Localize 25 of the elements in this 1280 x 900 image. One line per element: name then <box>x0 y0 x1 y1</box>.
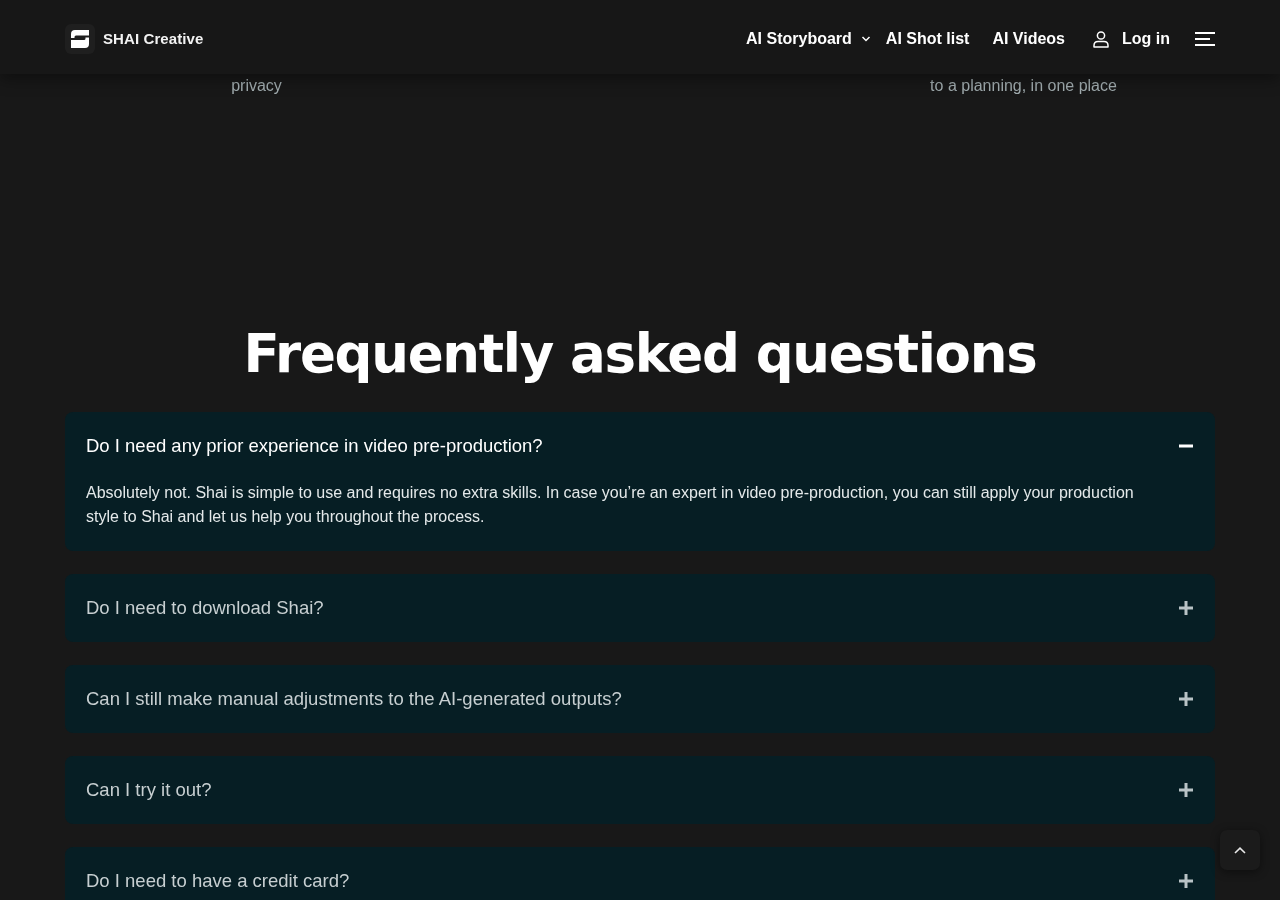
plus-icon <box>1179 692 1193 706</box>
brand-link[interactable]: SHAI Creative <box>65 24 204 54</box>
faq-question[interactable]: Do I need any prior experience in video pre-production? <box>65 412 1215 480</box>
brand-name: SHAI Creative <box>103 28 204 49</box>
caret-up-icon <box>1234 846 1246 854</box>
menu-button[interactable] <box>1195 31 1215 47</box>
plus-icon <box>1179 874 1193 888</box>
nav-dropdown[interactable]: AI Storyboard <box>746 29 871 49</box>
faq-question[interactable]: Can I try it out? <box>65 756 1215 824</box>
login-link[interactable]: Log in <box>1092 29 1170 49</box>
menu-icon <box>1195 31 1215 47</box>
faq-question[interactable]: Do I need to download Shai? <box>65 574 1215 642</box>
section-heading: Frequently asked questions <box>242 323 1038 385</box>
faq-question[interactable]: Can I still make manual adjustments to the AI-generated outputs? <box>65 665 1215 733</box>
chevron-down-icon <box>860 34 871 44</box>
plus-icon <box>1179 601 1193 615</box>
logo-icon <box>65 24 95 54</box>
feature-caption: privacy <box>230 76 283 96</box>
nav-link[interactable]: AI Shot list <box>885 29 970 49</box>
user-icon <box>1092 30 1110 48</box>
nav-link[interactable]: AI Videos <box>992 29 1065 49</box>
feature-caption: to a planning, in one place <box>929 76 1118 96</box>
faq-answer: Absolutely not. Shai is simple to use and requires no extra skills. In case you’re an expert in video pre-production, you can still apply your production style to Shai and let us help you throughout the process. <box>85 483 1135 527</box>
faq-question[interactable]: Do I need to have a credit card? <box>65 847 1215 895</box>
plus-icon <box>1179 783 1193 797</box>
